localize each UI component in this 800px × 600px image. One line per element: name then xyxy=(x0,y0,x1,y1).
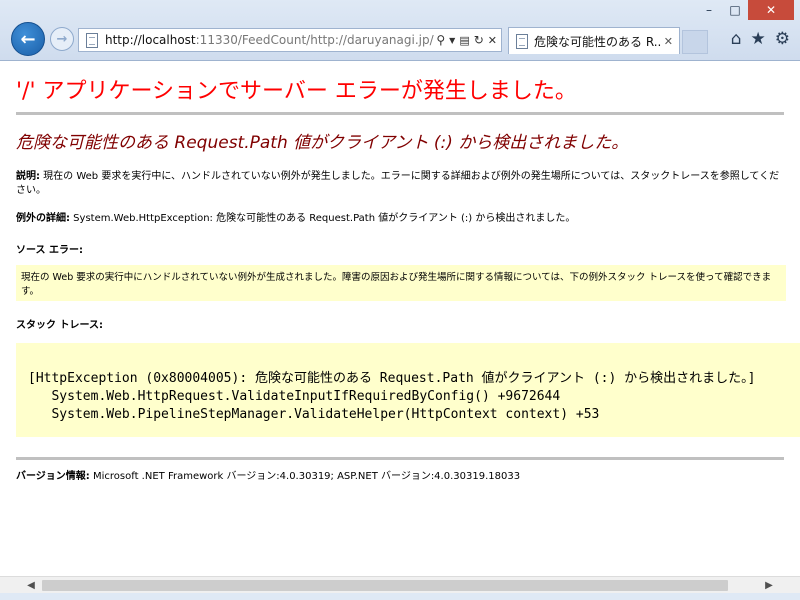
description-text: 現在の Web 要求を実行中に、ハンドルされていない例外が発生しました。エラーに… xyxy=(16,171,780,196)
forward-arrow-icon: → xyxy=(56,31,68,47)
stack-trace-label: スタック トレース: xyxy=(16,320,103,331)
version-label: バージョン情報: xyxy=(16,471,90,482)
url-text[interactable]: http://localhost:11330/FeedCount/http://… xyxy=(105,33,435,47)
scrollbar-thumb[interactable] xyxy=(42,580,728,591)
tab-title: 危険な可能性のある R... xyxy=(534,34,662,49)
browser-toolbar-icons: ⌂ ★ ⚙ xyxy=(731,29,790,49)
back-arrow-icon: ← xyxy=(20,28,36,50)
close-button[interactable]: ✕ xyxy=(748,0,794,20)
exception-details: 例外の詳細: System.Web.HttpException: 危険な可能性の… xyxy=(16,212,782,226)
page-icon-small: ▤ xyxy=(459,33,470,47)
description-label: 説明: xyxy=(16,171,40,182)
chevron-down-icon[interactable]: ▼ xyxy=(449,36,455,45)
tab-close-icon[interactable]: ✕ xyxy=(664,35,673,48)
scroll-right-icon[interactable]: ▶ xyxy=(760,577,778,594)
address-bar[interactable]: http://localhost:11330/FeedCount/http://… xyxy=(78,28,502,52)
browser-chrome: – □ ✕ ← → http://localhost:11330/FeedCou… xyxy=(0,0,800,60)
stack-line: [HttpException (0x80004005): 危険な可能性のある R… xyxy=(28,371,756,386)
url-host: http://localhost xyxy=(105,33,196,47)
page-viewport: '/' アプリケーションでサーバー エラーが発生しました。 危険な可能性のある … xyxy=(0,60,800,576)
new-tab-button[interactable] xyxy=(682,30,708,54)
back-button[interactable]: ← xyxy=(11,22,45,56)
source-error-text: 現在の Web 要求の実行中にハンドルされていない例外が生成されました。障害の原… xyxy=(21,272,772,297)
source-error-label: ソース エラー: xyxy=(16,245,83,256)
tab-page-icon xyxy=(515,33,529,49)
stack-trace-box: [HttpException (0x80004005): 危険な可能性のある R… xyxy=(16,343,800,437)
url-path: :11330/FeedCount/http://daruyanagi.jp/ xyxy=(195,33,434,47)
window-bottom-edge xyxy=(0,593,800,600)
star-icon[interactable]: ★ xyxy=(751,29,766,49)
address-tools: ⚲ ▼ ▤ ↻ ✕ xyxy=(436,33,497,47)
forward-button[interactable]: → xyxy=(50,27,74,51)
source-error-box: 現在の Web 要求の実行中にハンドルされていない例外が生成されました。障害の原… xyxy=(16,265,786,301)
search-icon[interactable]: ⚲ xyxy=(436,33,445,47)
horizontal-scrollbar[interactable]: ◀ ▶ xyxy=(0,576,800,593)
server-error-title: '/' アプリケーションでサーバー エラーが発生しました。 xyxy=(16,79,577,104)
tab-active[interactable]: 危険な可能性のある R... ✕ xyxy=(508,27,680,54)
version-text: Microsoft .NET Framework バージョン:4.0.30319… xyxy=(89,471,521,482)
maximize-button[interactable]: □ xyxy=(722,0,748,20)
refresh-icon[interactable]: ↻ xyxy=(474,33,484,47)
minimize-button[interactable]: – xyxy=(696,0,722,20)
close-icon[interactable]: ✕ xyxy=(488,34,497,47)
version-info: バージョン情報: Microsoft .NET Framework バージョン:… xyxy=(16,467,520,482)
divider xyxy=(16,457,784,460)
description: 説明: 現在の Web 要求を実行中に、ハンドルされていない例外が発生しました。… xyxy=(16,170,782,198)
scroll-left-icon[interactable]: ◀ xyxy=(22,577,40,594)
exception-text: System.Web.HttpException: 危険な可能性のある Requ… xyxy=(70,213,576,224)
home-icon[interactable]: ⌂ xyxy=(731,29,742,49)
exception-label: 例外の詳細: xyxy=(16,213,70,224)
divider xyxy=(16,112,784,115)
stack-line: System.Web.PipelineStepManager.ValidateH… xyxy=(28,407,600,422)
stack-line: System.Web.HttpRequest.ValidateInputIfRe… xyxy=(28,389,561,404)
error-title: 危険な可能性のある Request.Path 値がクライアント (:) から検出… xyxy=(16,133,629,153)
page-icon xyxy=(85,32,99,48)
gear-icon[interactable]: ⚙ xyxy=(775,29,790,49)
window-controls: – □ ✕ xyxy=(696,0,794,20)
